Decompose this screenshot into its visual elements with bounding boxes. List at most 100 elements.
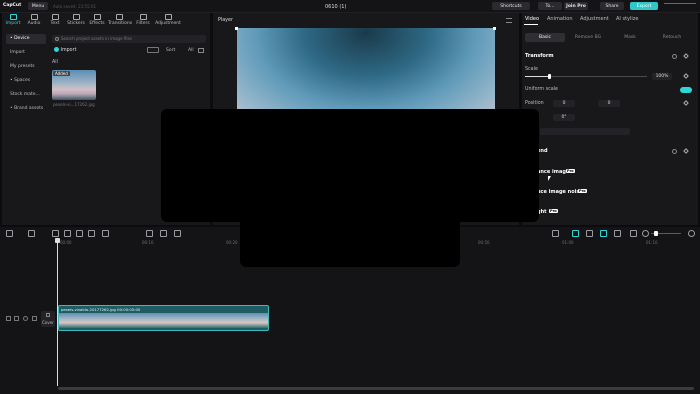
clip-frame [164,313,185,328]
tab-text[interactable]: Text [44,14,66,26]
track-visibility-icon[interactable] [23,316,28,321]
all-filter-button[interactable]: All [188,48,194,53]
ruler-tick: 01:10 [646,240,658,245]
clip-frame [248,313,268,328]
cover-button[interactable]: Cover [41,311,55,327]
caption-icon[interactable] [630,230,637,237]
position-y-input[interactable]: 0 [598,100,620,107]
import-button[interactable]: Import [54,47,76,53]
adjustment-icon [164,14,172,20]
magnet-icon[interactable] [600,230,607,237]
undo-icon[interactable] [28,230,35,237]
sidebar-item-device[interactable]: • Device [6,34,46,44]
video-preview[interactable] [237,28,495,122]
fit-timeline-icon[interactable] [688,230,695,237]
shortcuts-button[interactable]: Shortcuts [492,2,530,10]
search-icon [55,37,59,41]
subtab-remove-bg[interactable]: Remove BG [568,33,608,42]
split-left-icon[interactable] [64,230,71,237]
sidebar-item-stock-materials[interactable]: Stock mate... [6,90,46,100]
auto-snap-icon[interactable] [614,230,621,237]
zoom-slider-handle[interactable] [654,231,658,236]
split-icon[interactable] [52,230,59,237]
track-audio-icon[interactable] [32,316,37,321]
tab-audio[interactable]: Audio [23,14,45,26]
tab-filters[interactable]: Filters [132,14,154,26]
search-input[interactable]: Search project assets in image files [52,35,206,43]
audio-icon [30,14,38,20]
noise-pro-badge: Pro [578,189,587,193]
stickers-icon [72,14,80,20]
tab-transitions[interactable]: Transitions [108,14,133,26]
tab-adjustment[interactable]: Adjustment [155,14,181,26]
export-button[interactable]: Export [630,2,658,10]
menu-label: Menu [31,3,45,9]
subtab-mask[interactable]: Mask [610,33,650,42]
preview-handle-left[interactable] [235,27,238,30]
link-icon[interactable] [572,230,579,237]
effects-icon [93,14,101,20]
uniform-scale-toggle[interactable] [680,87,692,93]
delete-icon[interactable] [88,230,95,237]
select-tool-icon[interactable] [6,230,13,237]
join-pro-button[interactable]: Join Pro [564,2,588,10]
ruler-tick: 00:50 [478,240,490,245]
tab-stickers[interactable]: Stickers [65,14,87,26]
filters-icon [139,14,147,20]
preview-handle-right[interactable] [493,27,496,30]
transform-reset-icon[interactable] [672,54,677,59]
filter-icon[interactable] [198,48,204,53]
blend-reset-icon[interactable] [672,149,677,154]
tab-adjustment-props[interactable]: Adjustment [580,16,609,22]
tab-import[interactable]: Import [2,14,24,26]
player-menu-icon[interactable] [506,18,512,23]
tab-transitions-label: Transitions [108,21,133,26]
join-pro-label: Join Pro [566,3,586,9]
clip-frame [122,313,143,328]
to-label: To... [545,3,555,9]
crop-icon[interactable] [174,230,181,237]
menu-button[interactable]: Menu [28,2,48,10]
tab-animation[interactable]: Animation [547,16,573,22]
tab-effects[interactable]: Effects [86,14,108,26]
sort-button[interactable]: Sort [166,48,175,53]
zoom-out-icon[interactable] [642,230,649,237]
scale-value-box[interactable]: 100% [652,73,672,80]
mark-icon[interactable] [102,230,109,237]
track-lock-icon[interactable] [6,316,11,321]
to-button[interactable]: To... [538,2,562,10]
position-x-input[interactable]: 0 [553,100,575,107]
tab-audio-label: Audio [27,21,41,26]
export-label: Export [636,3,652,9]
sidebar-item-my-presets[interactable]: My presets [6,62,46,72]
split-right-icon[interactable] [76,230,83,237]
shortcuts-label: Shortcuts [500,3,522,9]
align-toolbar[interactable] [540,128,630,135]
window-controls[interactable] [664,3,696,9]
playhead-handle[interactable] [55,238,60,243]
filter-all-label: All [52,60,58,65]
rotate-icon[interactable] [160,230,167,237]
import-label: Import [60,48,77,53]
horizontal-scrollbar[interactable] [58,387,694,390]
share-button[interactable]: Share [600,2,624,10]
sidebar-item-spaces[interactable]: • Spaces [6,76,46,86]
ruler-tick: 00:00 [60,240,72,245]
view-toggle-icon[interactable] [147,47,159,53]
tab-video[interactable]: Video [525,16,539,22]
text-icon [51,14,59,20]
clip-frame [143,313,164,328]
rotate-input[interactable]: 0° [553,114,575,121]
mirror-icon[interactable] [146,230,153,237]
scale-slider-handle[interactable] [548,74,551,79]
track-hide-icon[interactable] [14,316,19,321]
redaction-overlay-lower [240,210,460,267]
project-title[interactable]: 0610 (1) [325,4,346,10]
subtab-basic[interactable]: Basic [525,33,565,42]
subtab-retouch[interactable]: Retouch [652,33,692,42]
sidebar-item-import[interactable]: Import [6,48,46,58]
microphone-icon[interactable] [552,230,559,237]
tab-ai-stylize[interactable]: AI stylize [616,16,639,22]
sidebar-item-brand-assets[interactable]: • Brand assets [6,104,46,114]
preview-axis-icon[interactable] [586,230,593,237]
